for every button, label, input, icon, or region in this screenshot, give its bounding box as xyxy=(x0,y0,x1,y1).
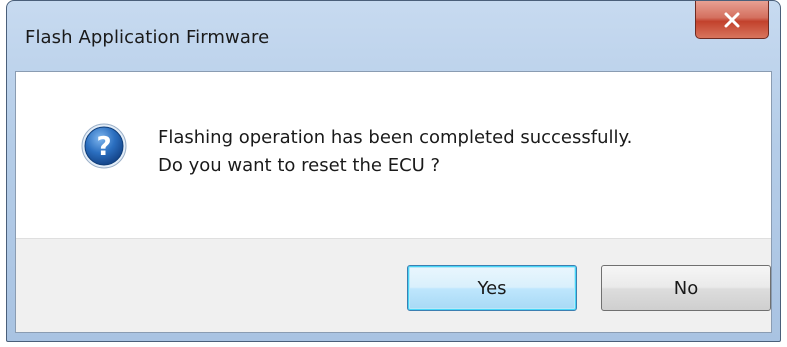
dialog-window: Flash Application Firmware ? Flashing op… xyxy=(6,0,781,342)
close-icon xyxy=(724,12,740,27)
window-title: Flash Application Firmware xyxy=(25,27,270,48)
yes-button[interactable]: Yes xyxy=(407,265,577,311)
message-text: Flashing operation has been completed su… xyxy=(158,124,632,180)
svg-text:?: ? xyxy=(96,132,111,162)
message-line-1: Flashing operation has been completed su… xyxy=(158,127,633,148)
message-area: ? Flashing operation has been completed … xyxy=(16,72,771,238)
button-area: Yes No xyxy=(16,238,771,332)
message-line-2: Do you want to reset the ECU ? xyxy=(158,155,441,176)
title-bar[interactable]: Flash Application Firmware xyxy=(7,1,780,71)
question-icon: ? xyxy=(81,123,127,169)
dialog-content: ? Flashing operation has been completed … xyxy=(15,71,772,333)
close-button[interactable] xyxy=(695,1,769,39)
no-button[interactable]: No xyxy=(601,265,771,311)
